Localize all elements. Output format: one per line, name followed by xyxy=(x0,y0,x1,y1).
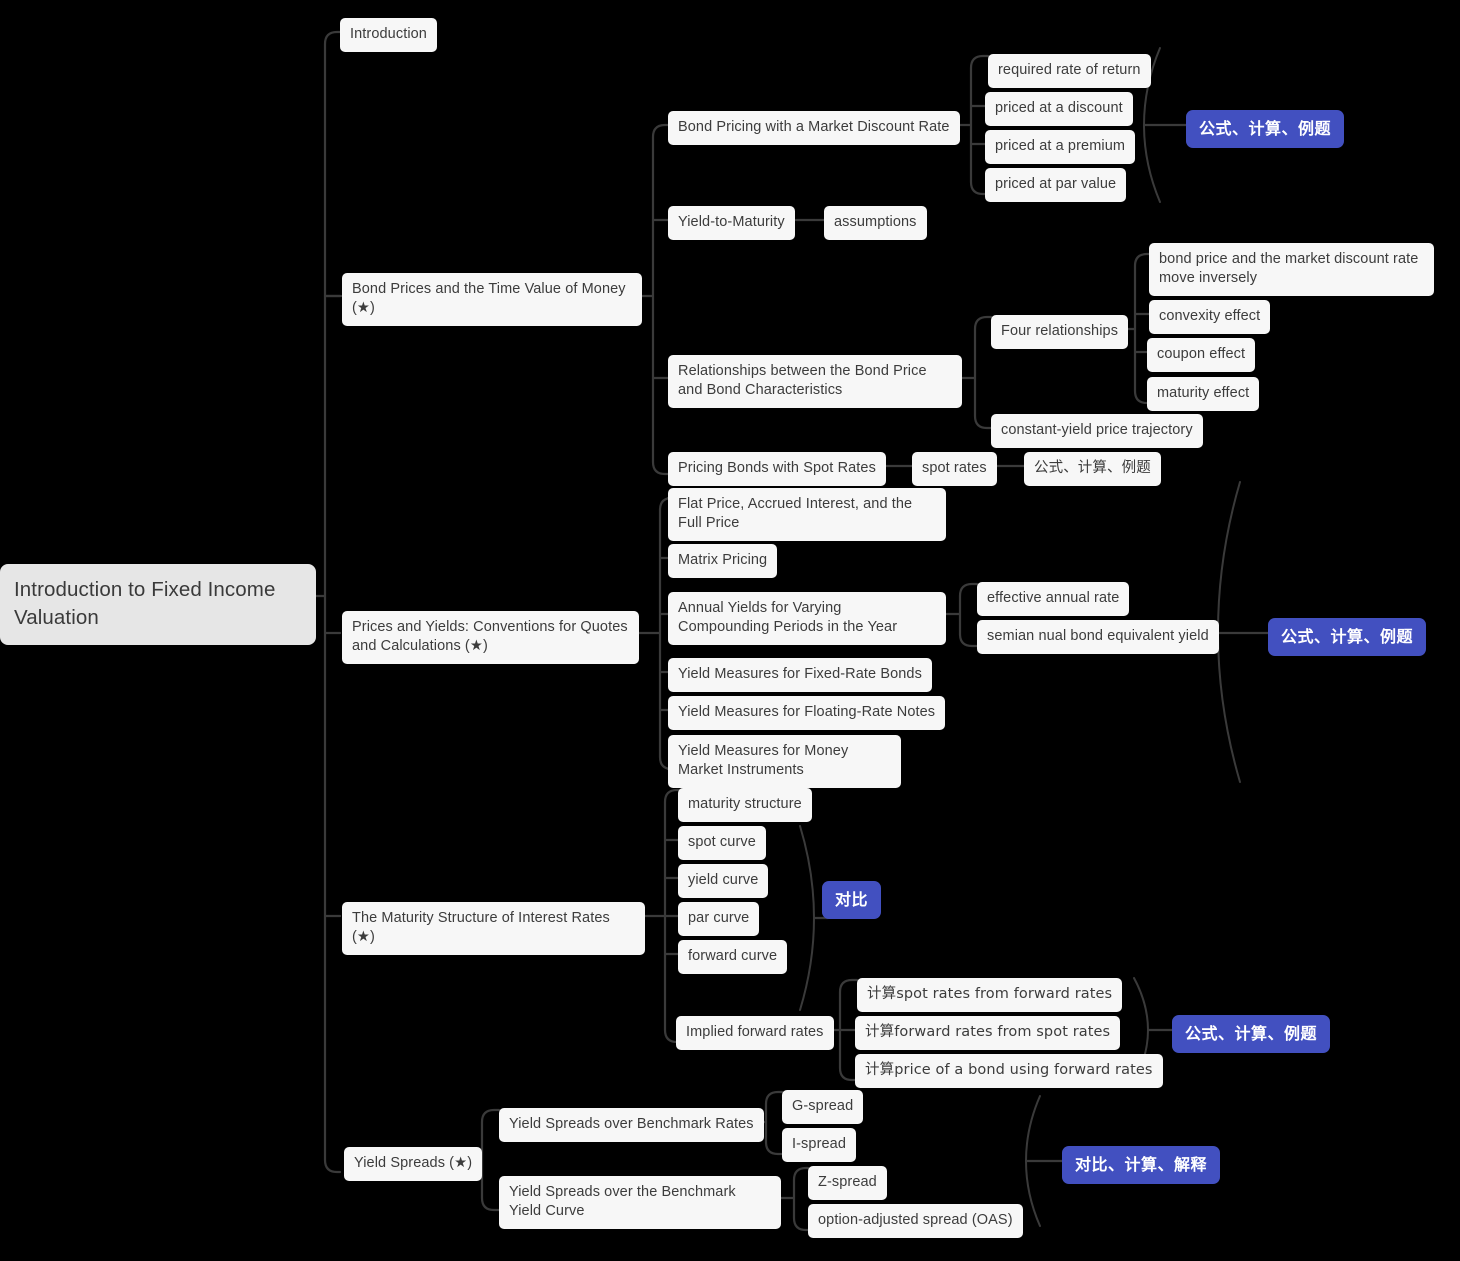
node-yield-measures-money-market[interactable]: Yield Measures for Money Market Instrume… xyxy=(668,735,901,788)
node-i-spread[interactable]: I-spread xyxy=(782,1128,856,1162)
node-yield-to-maturity[interactable]: Yield-to-Maturity xyxy=(668,206,795,240)
node-flat-price-accrued-interest-full-price[interactable]: Flat Price, Accrued Interest, and the Fu… xyxy=(668,488,946,541)
node-calc-bond-price-forward[interactable]: 计算price of a bond using forward rates xyxy=(855,1054,1163,1088)
node-option-adjusted-spread[interactable]: option-adjusted spread (OAS) xyxy=(808,1204,1023,1238)
node-constant-yield-price-trajectory[interactable]: constant-yield price trajectory xyxy=(991,414,1203,448)
node-matrix-pricing[interactable]: Matrix Pricing xyxy=(668,544,778,578)
branch-prices-yields[interactable]: Prices and Yields: Conventions for Quote… xyxy=(342,611,639,664)
node-convexity-effect[interactable]: convexity effect xyxy=(1149,300,1271,334)
node-pricing-bonds-with-spot-rates[interactable]: Pricing Bonds with Spot Rates xyxy=(668,452,886,486)
node-yield-measures-floating-rate-notes[interactable]: Yield Measures for Floating-Rate Notes xyxy=(668,696,946,730)
node-bond-pricing-market-discount-rate[interactable]: Bond Pricing with a Market Discount Rate xyxy=(668,111,960,145)
node-spot-rates[interactable]: spot rates xyxy=(912,452,997,486)
mindmap-canvas: Introduction to Fixed Income Valuation I… xyxy=(0,0,1460,1261)
node-yield-spreads-over-benchmark-rates[interactable]: Yield Spreads over Benchmark Rates xyxy=(499,1108,764,1142)
branch-bond-prices[interactable]: Bond Prices and the Time Value of Money … xyxy=(342,273,642,326)
node-yield-curve[interactable]: yield curve xyxy=(678,864,769,898)
badge-formula-calculation-examples-2[interactable]: 公式、计算、例题 xyxy=(1268,618,1427,656)
node-priced-at-a-premium[interactable]: priced at a premium xyxy=(985,130,1136,164)
node-coupon-effect[interactable]: coupon effect xyxy=(1147,338,1256,372)
node-g-spread[interactable]: G-spread xyxy=(782,1090,864,1124)
node-formula-calculation-examples-spot[interactable]: 公式、计算、例题 xyxy=(1024,452,1161,486)
node-relationships-bond-price-characteristics[interactable]: Relationships between the Bond Price and… xyxy=(668,355,962,408)
node-priced-at-a-discount[interactable]: priced at a discount xyxy=(985,92,1133,126)
node-par-curve[interactable]: par curve xyxy=(678,902,760,936)
node-implied-forward-rates[interactable]: Implied forward rates xyxy=(676,1016,834,1050)
node-four-relationships[interactable]: Four relationships xyxy=(991,315,1129,349)
node-effective-annual-rate[interactable]: effective annual rate xyxy=(977,582,1130,616)
branch-introduction[interactable]: Introduction xyxy=(340,18,437,52)
node-yield-measures-fixed-rate-bonds[interactable]: Yield Measures for Fixed-Rate Bonds xyxy=(668,658,932,692)
node-maturity-effect[interactable]: maturity effect xyxy=(1147,377,1260,411)
badge-formula-calculation-examples-3[interactable]: 公式、计算、例题 xyxy=(1172,1015,1331,1053)
node-semiannual-bond-equivalent-yield[interactable]: semian nual bond equivalent yield xyxy=(977,620,1219,654)
branch-maturity-structure[interactable]: The Maturity Structure of Interest Rates… xyxy=(342,902,645,955)
root-node[interactable]: Introduction to Fixed Income Valuation xyxy=(0,564,316,645)
badge-compare-calculate-explain[interactable]: 对比、计算、解释 xyxy=(1062,1146,1221,1184)
node-required-rate-of-return[interactable]: required rate of return xyxy=(988,54,1151,88)
node-spot-curve[interactable]: spot curve xyxy=(678,826,766,860)
node-yield-spreads-over-benchmark-yield-curve[interactable]: Yield Spreads over the Benchmark Yield C… xyxy=(499,1176,781,1229)
node-priced-at-par-value[interactable]: priced at par value xyxy=(985,168,1127,202)
node-calc-spot-from-forward[interactable]: 计算spot rates from forward rates xyxy=(857,978,1123,1012)
branch-yield-spreads[interactable]: Yield Spreads (★) xyxy=(344,1147,483,1181)
node-annual-yields-varying-compounding[interactable]: Annual Yields for Varying Compounding Pe… xyxy=(668,592,946,645)
node-calc-forward-from-spot[interactable]: 计算forward rates from spot rates xyxy=(855,1016,1121,1050)
node-maturity-structure[interactable]: maturity structure xyxy=(678,788,812,822)
node-z-spread[interactable]: Z-spread xyxy=(808,1166,887,1200)
node-assumptions[interactable]: assumptions xyxy=(824,206,927,240)
node-forward-curve[interactable]: forward curve xyxy=(678,940,788,974)
badge-compare[interactable]: 对比 xyxy=(822,881,882,919)
node-price-discount-rate-inverse[interactable]: bond price and the market discount rate … xyxy=(1149,243,1434,296)
badge-formula-calculation-examples-1[interactable]: 公式、计算、例题 xyxy=(1186,110,1345,148)
